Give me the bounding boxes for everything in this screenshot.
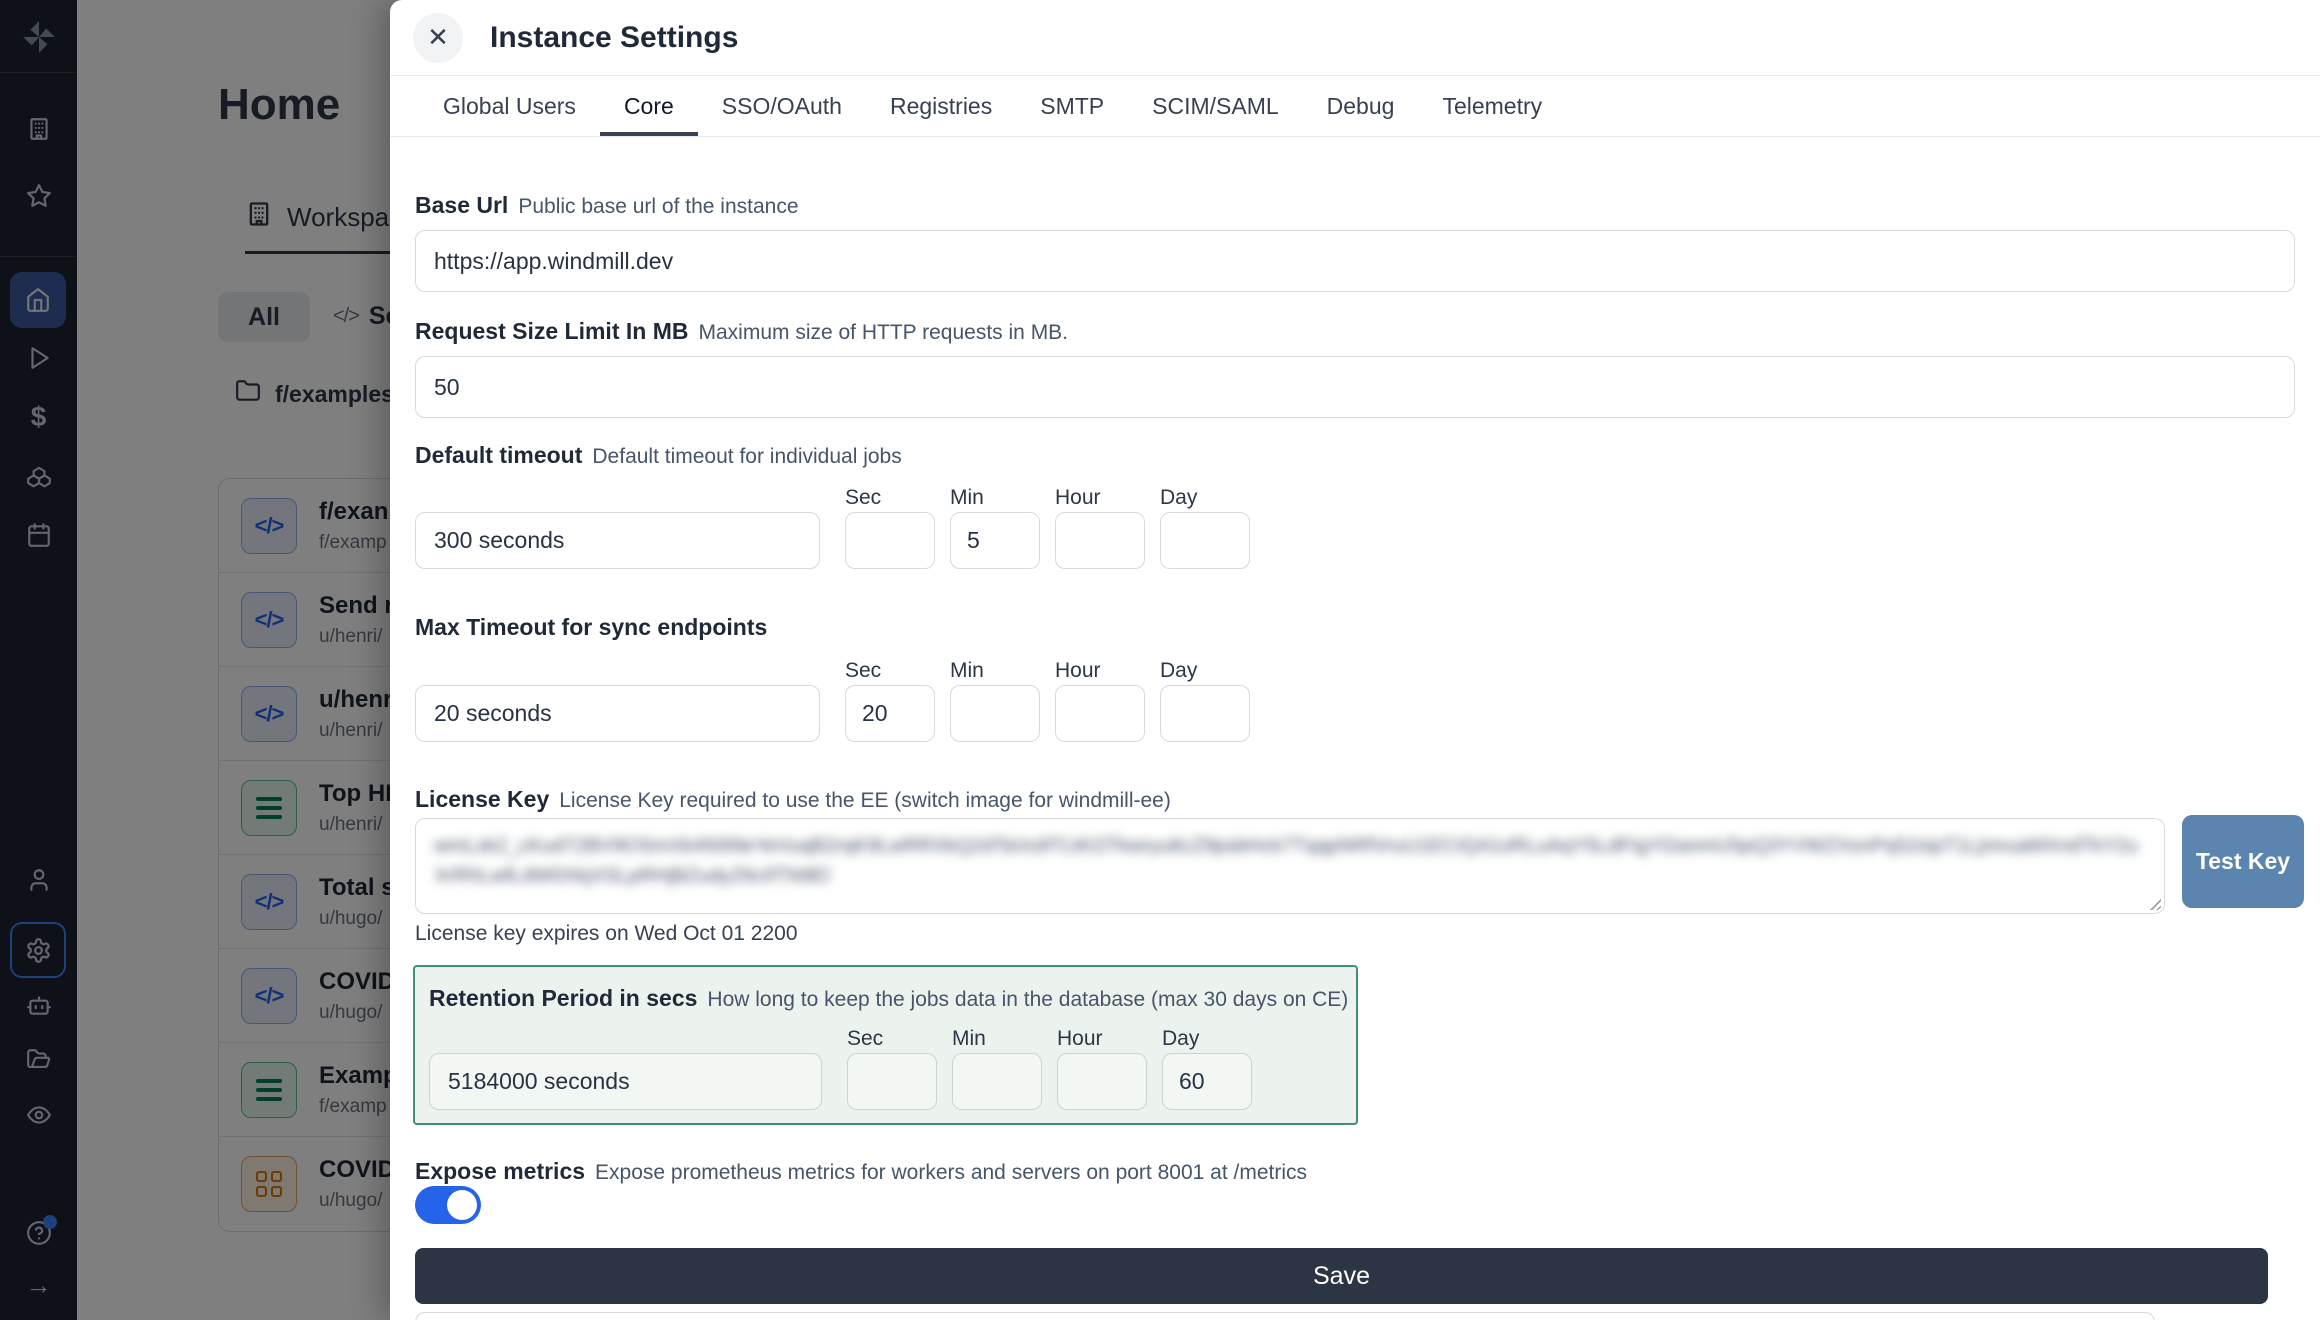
tab-core[interactable]: Core [600,76,698,136]
default-timeout-hour-input[interactable] [1055,512,1145,569]
license-key-value: wmLsk2_cKud72BV9OSmXk450t9eYeVuqB2rqK9Lw… [434,831,2146,891]
retention-day-input[interactable] [1162,1053,1252,1110]
test-key-button[interactable]: Test Key [2182,815,2304,908]
max-timeout-sec-input[interactable] [845,685,935,742]
settings-tabs: Global Users Core SSO/OAuth Registries S… [390,76,2320,137]
sec-label: Sec [847,1027,883,1051]
license-expiry-text: License key expires on Wed Oct 01 2200 [415,922,798,946]
retention-label: Retention Period in secsHow long to keep… [429,985,1348,1012]
save-button[interactable]: Save [415,1248,2268,1304]
partial-input-below [415,1312,2155,1320]
modal-header: ✕ Instance Settings [390,0,2320,76]
screen: Home Workspa All </> Sc f/examples_ </> … [0,0,2320,1320]
retention-sec-input[interactable] [847,1053,937,1110]
tab-debug[interactable]: Debug [1303,76,1419,136]
retention-row: Sec Min Hour Day [429,1027,1349,1113]
max-timeout-input[interactable] [415,685,820,742]
day-label: Day [1160,486,1197,510]
license-key-label: License KeyLicense Key required to use t… [415,786,1171,813]
max-timeout-min-input[interactable] [950,685,1040,742]
hour-label: Hour [1057,1027,1103,1051]
tab-telemetry[interactable]: Telemetry [1418,76,1566,136]
base-url-input[interactable] [415,230,2295,292]
instance-settings-modal: ✕ Instance Settings Global Users Core SS… [390,0,2320,1320]
expose-metrics-toggle[interactable] [415,1186,481,1224]
tab-registries[interactable]: Registries [866,76,1016,136]
retention-hour-input[interactable] [1057,1053,1147,1110]
max-timeout-hour-input[interactable] [1055,685,1145,742]
tab-sso-oauth[interactable]: SSO/OAuth [698,76,866,136]
min-label: Min [952,1027,986,1051]
base-url-label: Base UrlPublic base url of the instance [415,192,799,219]
min-label: Min [950,486,984,510]
day-label: Day [1160,659,1197,683]
hour-label: Hour [1055,486,1101,510]
default-timeout-label: Default timeoutDefault timeout for indiv… [415,442,902,469]
retention-min-input[interactable] [952,1053,1042,1110]
tab-global-users[interactable]: Global Users [419,76,600,136]
default-timeout-input[interactable] [415,512,820,569]
min-label: Min [950,659,984,683]
default-timeout-row: Sec Min Hour Day [415,486,2295,572]
sec-label: Sec [845,659,881,683]
tab-scim-saml[interactable]: SCIM/SAML [1128,76,1303,136]
modal-title: Instance Settings [490,21,738,55]
day-label: Day [1162,1027,1199,1051]
hour-label: Hour [1055,659,1101,683]
max-timeout-row: Sec Min Hour Day [415,659,2295,745]
tab-smtp[interactable]: SMTP [1016,76,1128,136]
max-timeout-label: Max Timeout for sync endpoints [415,614,767,641]
request-size-label: Request Size Limit In MBMaximum size of … [415,318,1068,345]
license-key-textarea[interactable]: wmLsk2_cKud72BV9OSmXk450t9eYeVuqB2rqK9Lw… [415,818,2165,914]
expose-metrics-label: Expose metricsExpose prometheus metrics … [415,1158,1307,1185]
default-timeout-sec-input[interactable] [845,512,935,569]
close-icon[interactable]: ✕ [413,13,463,63]
retention-input[interactable] [429,1053,822,1110]
default-timeout-min-input[interactable] [950,512,1040,569]
request-size-input[interactable] [415,356,2295,418]
retention-period-section: Retention Period in secsHow long to keep… [413,965,1358,1125]
max-timeout-day-input[interactable] [1160,685,1250,742]
sec-label: Sec [845,486,881,510]
default-timeout-day-input[interactable] [1160,512,1250,569]
